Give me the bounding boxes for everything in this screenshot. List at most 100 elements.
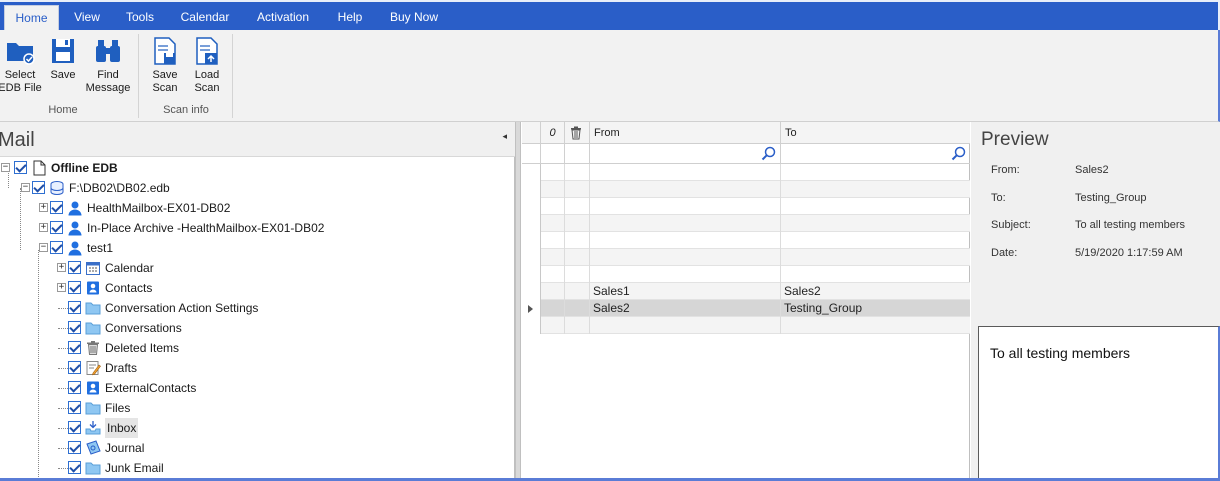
search-icon[interactable] xyxy=(951,146,966,161)
table-row[interactable] xyxy=(522,249,970,266)
expand-icon[interactable]: + xyxy=(39,223,48,232)
table-row[interactable] xyxy=(522,317,970,334)
select-edb-file-button[interactable]: Select EDB File xyxy=(0,36,46,95)
tree-item[interactable]: + In-Place Archive -HealthMailbox-EX01-DB… xyxy=(0,218,515,238)
collapse-icon[interactable]: − xyxy=(1,163,10,172)
tree-item-label: Files xyxy=(105,401,131,415)
collapse-icon[interactable]: − xyxy=(21,183,30,192)
tree-item-checkbox[interactable] xyxy=(50,201,63,214)
to-filter-input[interactable] xyxy=(781,144,970,164)
attachment-column-header[interactable]: 0 xyxy=(541,122,565,144)
preview-from-value: Sales2 xyxy=(1075,164,1109,176)
preview-from-label: From: xyxy=(991,164,1020,176)
tree-item-checkbox[interactable] xyxy=(68,301,81,314)
find-message-button[interactable]: Find Message xyxy=(84,36,132,95)
tab-home[interactable]: Home xyxy=(4,5,59,30)
preview-to-label: To: xyxy=(991,192,1006,204)
tree-item-checkbox[interactable] xyxy=(68,341,81,354)
to-column-header[interactable]: To xyxy=(781,122,970,144)
tree-item[interactable]: − Offline EDB xyxy=(0,158,515,178)
tree-item[interactable]: Files xyxy=(0,398,515,418)
tree-item-checkbox[interactable] xyxy=(68,281,81,294)
tree-item-checkbox[interactable] xyxy=(50,221,63,234)
contacts-icon xyxy=(87,381,99,395)
row-indicator-header xyxy=(522,122,541,144)
tree-item-checkbox[interactable] xyxy=(50,241,63,254)
table-row[interactable] xyxy=(522,181,970,198)
expand-icon[interactable]: + xyxy=(39,203,48,212)
table-row[interactable] xyxy=(522,164,970,181)
tree-item-checkbox[interactable] xyxy=(68,441,81,454)
select-edb-label-2: EDB File xyxy=(0,82,42,94)
tree-item-label: Conversations xyxy=(105,321,182,335)
preview-date-label: Date: xyxy=(991,247,1018,259)
tab-help[interactable]: Help xyxy=(328,5,372,30)
row-indicator xyxy=(522,198,541,215)
tree-item-checkbox[interactable] xyxy=(32,181,45,194)
preview-subject-label: Subject: xyxy=(991,219,1031,231)
panel-splitter[interactable] xyxy=(515,122,521,481)
table-row[interactable] xyxy=(522,232,970,249)
tree-item[interactable]: Deleted Items xyxy=(0,338,515,358)
tree-item[interactable]: − test1 xyxy=(0,238,515,258)
tree-item-checkbox[interactable] xyxy=(68,361,81,374)
tree-item[interactable]: + HealthMailbox-EX01-DB02 xyxy=(0,198,515,218)
tree-item[interactable]: Drafts xyxy=(0,358,515,378)
row-indicator xyxy=(522,181,541,198)
collapse-panel-button[interactable]: ◂ xyxy=(502,131,507,142)
tree-item-checkbox[interactable] xyxy=(68,261,81,274)
tree-item-checkbox[interactable] xyxy=(68,321,81,334)
preview-body[interactable]: To all testing members xyxy=(978,326,1220,481)
from-cell xyxy=(590,181,781,198)
save-scan-label-1: Save xyxy=(152,69,178,81)
load-scan-icon xyxy=(196,37,218,65)
tree-item-checkbox[interactable] xyxy=(68,461,81,474)
ribbon-separator xyxy=(138,34,139,118)
tree-item-checkbox[interactable] xyxy=(14,161,27,174)
search-icon[interactable] xyxy=(761,146,776,161)
tree-item-label: Calendar xyxy=(105,261,154,275)
collapse-icon[interactable]: − xyxy=(39,243,48,252)
tab-calendar[interactable]: Calendar xyxy=(170,5,240,30)
to-cell xyxy=(781,232,970,249)
from-cell xyxy=(590,266,781,283)
table-row[interactable]: Sales2 Testing_Group xyxy=(522,300,970,317)
save-button[interactable]: Save xyxy=(44,36,82,82)
tree-item-checkbox[interactable] xyxy=(68,401,81,414)
table-row[interactable] xyxy=(522,266,970,283)
load-scan-button[interactable]: Load Scan xyxy=(188,36,226,95)
from-column-header[interactable]: From xyxy=(590,122,781,144)
tree-item[interactable]: Junk Email xyxy=(0,458,515,478)
tree-item[interactable]: − F:\DB02\DB02.edb xyxy=(0,178,515,198)
tree-item[interactable]: + Calendar xyxy=(0,258,515,278)
tree-item[interactable]: Journal xyxy=(0,438,515,458)
from-filter-input[interactable] xyxy=(590,144,781,164)
tree-item-checkbox[interactable] xyxy=(68,381,81,394)
tree-item-checkbox[interactable] xyxy=(68,421,81,434)
tree-item[interactable]: ExternalContacts xyxy=(0,378,515,398)
save-scan-button[interactable]: Save Scan xyxy=(146,36,184,95)
message-grid: 0 From To Sales1 Sales2 Sales2 Testing_G… xyxy=(522,122,970,481)
tree-item[interactable]: Conversation Action Settings xyxy=(0,298,515,318)
user-icon xyxy=(68,221,82,236)
to-cell xyxy=(781,181,970,198)
row-indicator xyxy=(522,232,541,249)
tree-item-label: Inbox xyxy=(105,418,139,438)
to-cell xyxy=(781,317,970,334)
expand-icon[interactable]: + xyxy=(57,263,66,272)
preview-body-text: To all testing members xyxy=(990,345,1131,361)
row-indicator xyxy=(522,283,541,300)
table-row[interactable]: Sales1 Sales2 xyxy=(522,283,970,300)
tree-item[interactable]: Conversations xyxy=(0,318,515,338)
tab-view[interactable]: View xyxy=(62,5,112,30)
delete-column-header[interactable] xyxy=(565,122,590,144)
table-row[interactable] xyxy=(522,215,970,232)
preview-title: Preview xyxy=(981,129,1049,150)
expand-icon[interactable]: + xyxy=(57,283,66,292)
table-row[interactable] xyxy=(522,198,970,215)
tree-item[interactable]: + Contacts xyxy=(0,278,515,298)
tree-item[interactable]: Inbox xyxy=(0,418,515,438)
tab-tools[interactable]: Tools xyxy=(116,5,164,30)
tab-activation[interactable]: Activation xyxy=(248,5,318,30)
tab-buy-now[interactable]: Buy Now xyxy=(382,5,446,30)
